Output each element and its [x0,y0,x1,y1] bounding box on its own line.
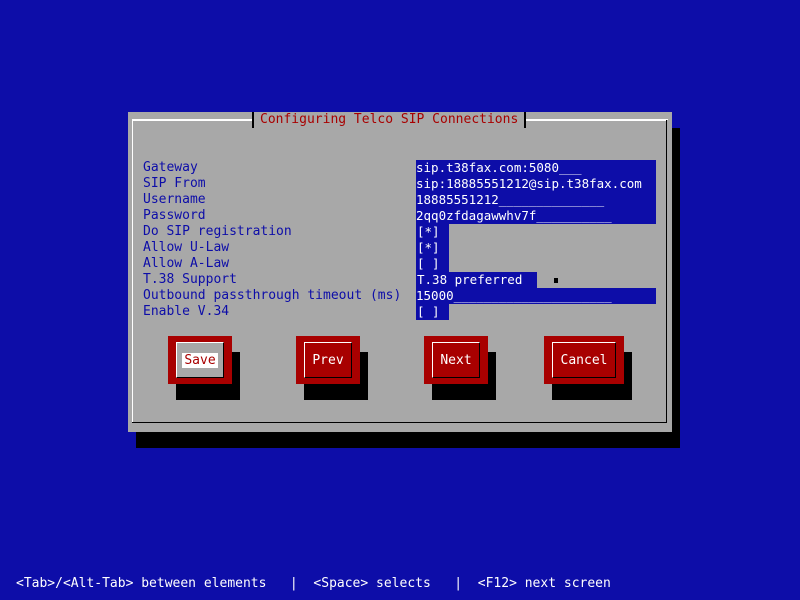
outbound-timeout-label: Outbound passthrough timeout (ms) [143,288,402,303]
sip-registration-checkbox[interactable]: [*] [416,224,449,240]
config-dialog: Configuring Telco SIP Connections Gatewa… [128,112,672,432]
password-label: Password [143,208,206,223]
status-bar: <Tab>/<Alt-Tab> between elements | <Spac… [16,576,611,591]
enable-v34-checkbox[interactable]: [ ] [416,304,449,320]
allow-ulaw-checkbox[interactable]: [*] [416,240,449,256]
prev-button[interactable]: Prev [296,336,360,384]
form-labels: Gateway SIP From Username Password Do SI… [143,160,401,320]
listbox-scroll-thumb[interactable] [554,277,558,283]
cancel-button[interactable]: Cancel [544,336,624,384]
enable-v34-label: Enable V.34 [143,304,230,319]
gateway-input[interactable]: sip.t38fax.com:5080___ [416,160,656,176]
form-fields: sip.t38fax.com:5080___ sip:18885551212@s… [416,160,656,320]
save-button-label: Save [182,352,218,368]
next-button[interactable]: Next [424,336,488,384]
allow-alaw-label: Allow A-Law [143,256,230,271]
sip-registration-label: Do SIP registration [143,224,292,239]
t38-support-listbox[interactable]: T.38 preferred [416,272,537,288]
sip-from-label: SIP From [143,176,206,191]
username-input[interactable]: 18885551212______________ [416,192,656,208]
sip-from-input[interactable]: sip:18885551212@sip.t38fax.com [416,176,656,192]
prev-button-label: Prev [304,342,352,378]
screen: Configuring Telco SIP Connections Gatewa… [0,0,800,600]
username-label: Username [143,192,206,207]
allow-alaw-checkbox[interactable]: [ ] [416,256,449,272]
dialog-title: Configuring Telco SIP Connections [252,112,527,128]
outbound-timeout-input[interactable]: 15000_____________________ [416,288,656,304]
gateway-label: Gateway [143,160,198,175]
t38-support-label: T.38 Support [143,272,237,287]
allow-ulaw-label: Allow U-Law [143,240,230,255]
next-button-label: Next [432,342,480,378]
password-input[interactable]: 2qq0zfdagawwhv7f__________ [416,208,656,224]
save-button[interactable]: Save [168,336,232,384]
cancel-button-label: Cancel [552,342,616,378]
